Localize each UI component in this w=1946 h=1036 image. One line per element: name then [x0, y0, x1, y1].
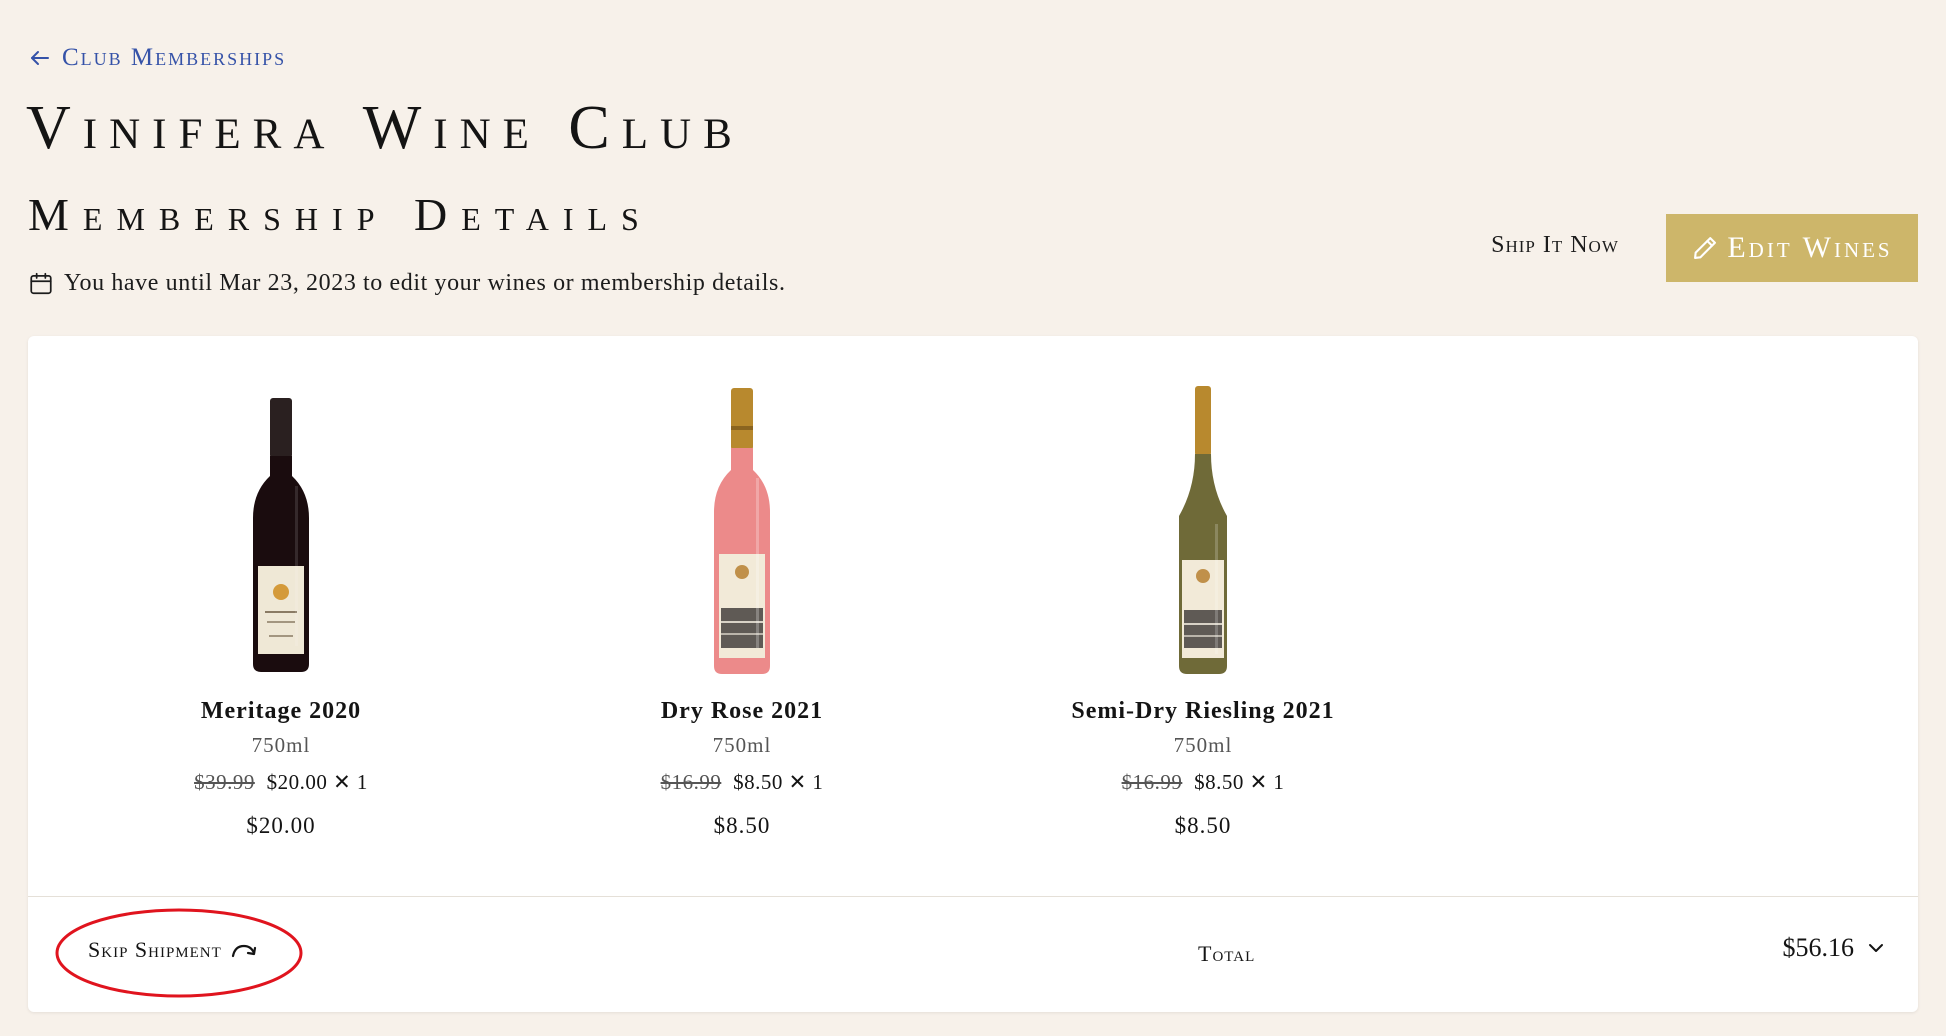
- product-image: [1003, 386, 1403, 676]
- sale-price: $8.50: [1194, 770, 1244, 794]
- product-subtotal: $8.50: [1174, 813, 1232, 838]
- product-subtotal: $20.00: [246, 813, 316, 838]
- redo-arrow-icon: [231, 944, 256, 958]
- pencil-icon: [1694, 237, 1717, 259]
- back-link-label: Club Memberships: [62, 44, 287, 71]
- ship-it-now-button[interactable]: Ship It Now: [1470, 232, 1640, 259]
- quantity: ✕ 1: [1249, 770, 1285, 794]
- total-label: Total: [1198, 941, 1256, 966]
- skip-shipment-label: Skip Shipment: [88, 937, 222, 962]
- shipment-card: Meritage 2020 750ml $39.99 $20.00 ✕ 1 $2…: [28, 336, 1918, 1012]
- rose-wine-bottle-icon: [714, 388, 770, 674]
- edit-wines-label: Edit Wines: [1727, 231, 1893, 264]
- product-image: [542, 386, 942, 676]
- white-wine-bottle-icon: [1179, 386, 1227, 674]
- original-price: $16.99: [1121, 770, 1183, 794]
- back-link-club-memberships[interactable]: Club Memberships: [28, 44, 286, 72]
- skip-shipment-button[interactable]: Skip Shipment: [88, 937, 258, 963]
- product-name: Semi-Dry Riesling 2021: [1071, 698, 1335, 724]
- price-line: $39.99 $20.00 ✕ 1: [81, 770, 481, 795]
- original-price: $39.99: [194, 770, 255, 794]
- arrow-left-icon: [31, 51, 49, 65]
- calendar-icon: [30, 272, 52, 294]
- deadline-text: You have until Mar 23, 2023 to edit your…: [64, 270, 786, 296]
- edit-deadline-notice: You have until Mar 23, 2023 to edit your…: [28, 270, 786, 297]
- product-list: Meritage 2020 750ml $39.99 $20.00 ✕ 1 $2…: [28, 336, 1918, 896]
- total-value: $56.16: [1782, 933, 1855, 962]
- shipment-footer: Skip Shipment Total $56.16: [28, 897, 1918, 1012]
- club-title: Vinifera Wine Club: [26, 94, 744, 162]
- edit-wines-button[interactable]: Edit Wines: [1666, 214, 1918, 282]
- chevron-down-icon: [1869, 944, 1883, 952]
- sale-price: $20.00: [266, 770, 328, 794]
- price-line: $16.99 $8.50 ✕ 1: [542, 770, 942, 795]
- red-wine-bottle-icon: [253, 398, 309, 672]
- quantity: ✕ 1: [333, 770, 368, 794]
- product-name: Meritage 2020: [200, 698, 362, 724]
- section-title: Membership Details: [28, 189, 653, 240]
- product-name: Dry Rose 2021: [660, 698, 824, 724]
- product-subtotal: $8.50: [713, 813, 771, 838]
- total-toggle[interactable]: $56.16: [1783, 933, 1887, 963]
- product-size: 750ml: [251, 733, 311, 757]
- product-size: 750ml: [712, 733, 772, 757]
- quantity: ✕ 1: [788, 770, 824, 794]
- price-line: $16.99 $8.50 ✕ 1: [1003, 770, 1403, 795]
- sale-price: $8.50: [733, 770, 783, 794]
- product-image: [81, 386, 481, 676]
- product-item: Semi-Dry Riesling 2021 750ml $16.99 $8.5…: [1003, 386, 1403, 839]
- product-item: Dry Rose 2021 750ml $16.99 $8.50 ✕ 1 $8.…: [542, 386, 942, 839]
- original-price: $16.99: [660, 770, 722, 794]
- product-item: Meritage 2020 750ml $39.99 $20.00 ✕ 1 $2…: [81, 386, 481, 839]
- product-size: 750ml: [1173, 733, 1233, 757]
